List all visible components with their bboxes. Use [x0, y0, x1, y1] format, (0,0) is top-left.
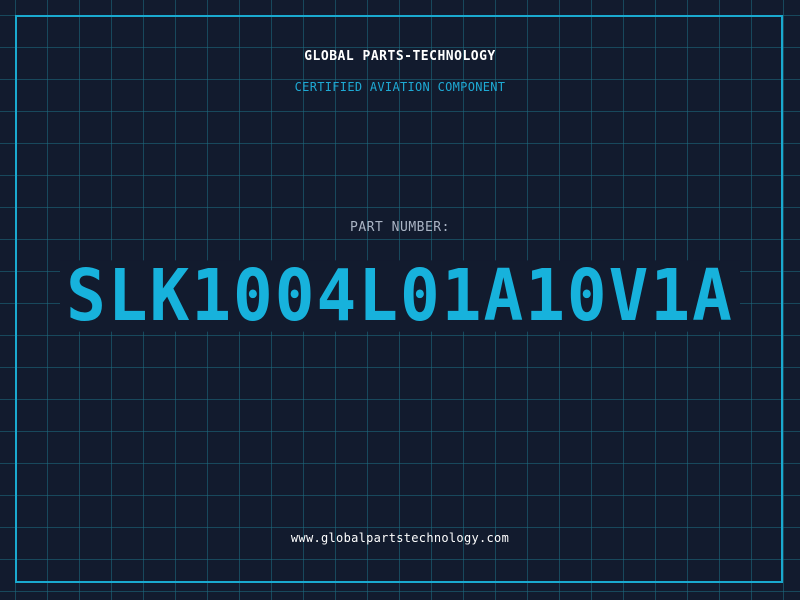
certification-subtitle: CERTIFIED AVIATION COMPONENT — [294, 80, 506, 94]
brand-title: GLOBAL PARTS-TECHNOLOGY — [304, 49, 496, 64]
part-number-label: PART NUMBER: — [350, 220, 450, 235]
part-number-container: SLK1004L01A10V1A — [0, 258, 800, 334]
part-card: GLOBAL PARTS-TECHNOLOGY CERTIFIED AVIATI… — [0, 0, 800, 600]
part-number-value: SLK1004L01A10V1A — [60, 260, 740, 332]
website-url: www.globalpartstechnology.com — [290, 531, 510, 545]
